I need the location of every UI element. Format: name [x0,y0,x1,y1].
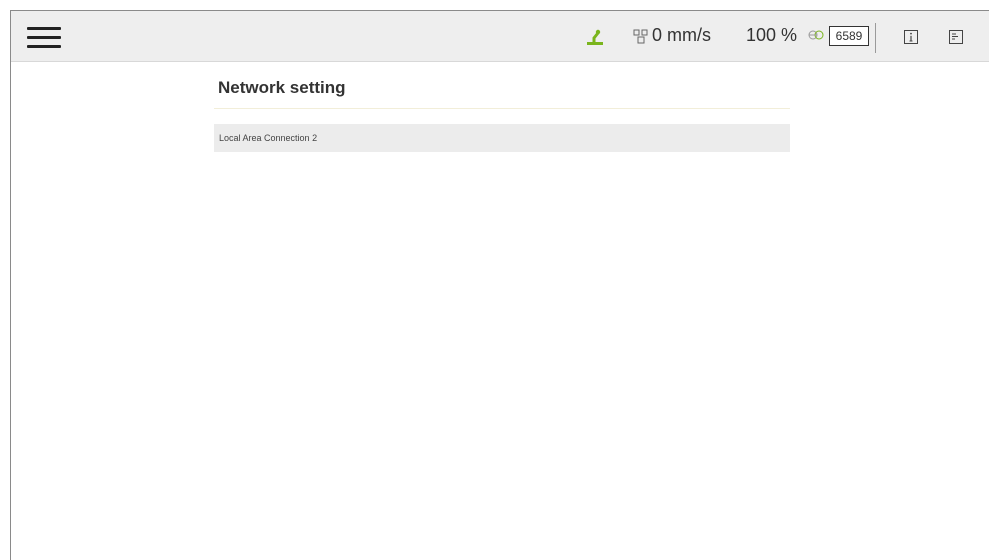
page-title: Network setting [218,78,346,97]
speed-percent[interactable]: 100 % [746,25,797,46]
info-icon[interactable] [903,29,919,45]
title-divider [214,108,790,109]
list-item[interactable]: Local Area Connection 2 [214,124,790,152]
counter-badge: 6589 [829,26,869,46]
top-bar: 0 mm/s 100 % 6589 [11,11,989,62]
toolbar-divider [875,23,876,53]
network-connection-list: Local Area Connection 2 [214,124,790,152]
speed-icon [633,29,648,44]
app-window: 0 mm/s 100 % 6589 Network setting Local … [10,10,989,560]
speed-readout: 0 mm/s [652,25,712,45]
network-setting-panel: Network setting Local Area Connection 2 [214,71,790,152]
hamburger-menu-icon[interactable] [27,25,61,49]
robot-arm-icon[interactable] [585,27,605,47]
log-icon[interactable] [949,30,963,44]
globe-icon [808,30,824,40]
